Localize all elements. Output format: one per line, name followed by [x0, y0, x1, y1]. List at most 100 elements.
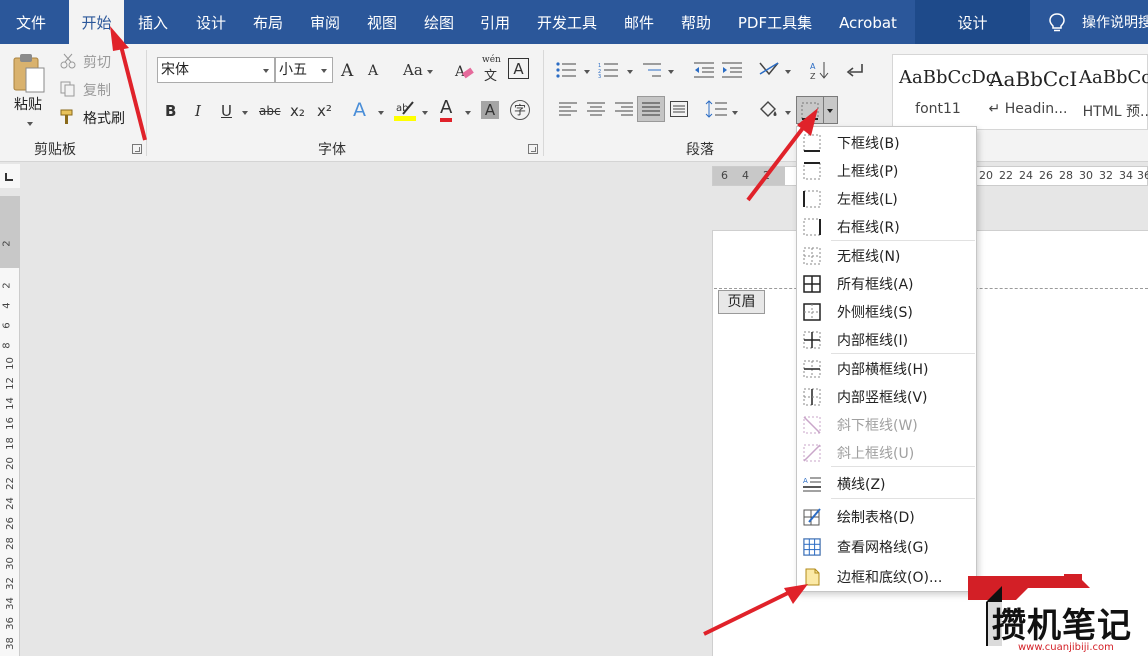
tab-acrobat[interactable]: Acrobat [830, 0, 906, 44]
multilevel-list-icon[interactable] [641, 62, 665, 78]
tab-selector[interactable] [0, 164, 20, 188]
cut-button[interactable]: 剪切 [83, 52, 111, 72]
tab-pdf-tools[interactable]: PDF工具集 [730, 0, 820, 44]
chevron-down-icon[interactable] [627, 70, 633, 74]
justify-button[interactable] [637, 96, 665, 122]
sort-icon[interactable]: AZ [810, 60, 830, 80]
ruler-number: 32 [4, 577, 16, 590]
menu-item-view-gridlines[interactable]: 查看网格线(G) [797, 532, 976, 560]
menu-item-label: 下框线(B) [837, 136, 900, 152]
menu-item-horizontal-line[interactable]: A 横线(Z) [797, 469, 976, 497]
shading-bucket-icon[interactable] [757, 99, 779, 121]
character-border-button[interactable]: A [508, 58, 529, 79]
enclose-characters-button[interactable]: 字 [510, 100, 530, 120]
borders-dropdown-icon[interactable] [827, 109, 833, 113]
tab-draw[interactable]: 绘图 [414, 0, 464, 44]
bullets-icon[interactable] [556, 62, 580, 78]
chevron-down-icon[interactable] [465, 111, 471, 115]
menu-item-inside-vertical-border[interactable]: 内部竖框线(V) [797, 382, 976, 410]
menu-item-outside-borders[interactable]: 外侧框线(S) [797, 297, 976, 325]
chevron-down-icon[interactable] [584, 70, 590, 74]
style-item[interactable]: AaBbCcD HTML 预... [1073, 55, 1148, 131]
menu-item-inside-horizontal-border[interactable]: 内部横框线(H) [797, 354, 976, 382]
tab-view[interactable]: 视图 [357, 0, 407, 44]
tab-layout[interactable]: 布局 [243, 0, 293, 44]
tab-home[interactable]: 开始 [69, 0, 124, 44]
align-left-icon[interactable] [559, 102, 577, 116]
chevron-down-icon[interactable] [422, 111, 428, 115]
paste-label[interactable]: 粘贴 [14, 94, 42, 114]
menu-separator [831, 466, 975, 467]
menu-item-label: 查看网格线(G) [837, 540, 929, 556]
tab-review[interactable]: 审阅 [300, 0, 350, 44]
align-right-icon[interactable] [615, 102, 633, 116]
borders-button[interactable] [796, 96, 838, 124]
horizontal-line-icon: A [803, 477, 821, 492]
menu-item-all-borders[interactable]: 所有框线(A) [797, 269, 976, 297]
menu-item-right-border[interactable]: 右框线(R) [797, 212, 976, 240]
tab-references[interactable]: 引用 [470, 0, 520, 44]
underline-button[interactable]: U [221, 102, 232, 120]
font-size-select[interactable]: 小五 [275, 57, 333, 83]
bold-button[interactable]: B [165, 102, 176, 120]
tab-table-design[interactable]: 设计 [915, 0, 1030, 44]
copy-button[interactable]: 复制 [83, 80, 111, 100]
borders-and-shading-icon [805, 568, 820, 586]
change-case-button[interactable]: Aa [403, 61, 423, 79]
chevron-down-icon[interactable] [668, 70, 674, 74]
style-item[interactable]: AaBbCcI ↵ Headin... [983, 55, 1078, 131]
menu-item-bottom-border[interactable]: 下框线(B) [797, 128, 976, 156]
menu-item-no-border[interactable]: 无框线(N) [797, 241, 976, 269]
paste-dropdown-icon[interactable] [27, 122, 33, 126]
menu-item-draw-table[interactable]: 绘制表格(D) [797, 502, 976, 530]
chevron-down-icon[interactable] [732, 111, 738, 115]
tab-developer[interactable]: 开发工具 [530, 0, 604, 44]
tab-design[interactable]: 设计 [186, 0, 236, 44]
chinese-layout-icon[interactable] [758, 60, 780, 78]
chevron-down-icon[interactable] [242, 111, 248, 115]
text-effects-button[interactable]: A [353, 99, 366, 121]
chevron-down-icon[interactable] [785, 70, 791, 74]
menu-item-diagonal-up-border[interactable]: 斜上框线(U) [797, 438, 976, 466]
numbering-icon[interactable]: 123 [598, 62, 622, 78]
decrease-indent-icon[interactable] [694, 62, 714, 78]
format-painter-button[interactable]: 格式刷 [83, 108, 125, 128]
tab-file[interactable]: 文件 [0, 0, 62, 44]
grow-font-button[interactable]: A [341, 61, 353, 81]
distributed-icon[interactable] [670, 101, 688, 117]
chevron-down-icon[interactable] [785, 111, 791, 115]
menu-item-diagonal-down-border[interactable]: 斜下框线(W) [797, 410, 976, 438]
highlighter-icon[interactable]: ab [394, 98, 416, 122]
vertical-ruler[interactable]: 2 2 4 6 8 10 12 14 16 18 20 22 24 26 28 … [0, 196, 20, 656]
chevron-down-icon[interactable] [378, 111, 384, 115]
strikethrough-button[interactable]: abc [259, 104, 281, 118]
font-family-select[interactable]: 宋体 [157, 57, 275, 83]
menu-item-borders-and-shading[interactable]: 边框和底纹(O)... [797, 562, 976, 590]
chevron-down-icon[interactable] [427, 70, 433, 74]
shrink-font-button[interactable]: A [368, 63, 378, 79]
menu-item-left-border[interactable]: 左框线(L) [797, 184, 976, 212]
show-formatting-marks-icon[interactable] [846, 62, 864, 78]
superscript-button[interactable]: x² [317, 102, 332, 120]
style-item[interactable]: AaBbCcDc font11 [893, 55, 996, 131]
align-center-icon[interactable] [587, 102, 605, 116]
tab-mailings[interactable]: 邮件 [614, 0, 664, 44]
paste-button[interactable] [12, 52, 48, 98]
menu-item-top-border[interactable]: 上框线(P) [797, 156, 976, 184]
tab-insert[interactable]: 插入 [128, 0, 178, 44]
watermark-logo: 攒机笔记 www.cuanjibiji.com [968, 572, 1148, 656]
italic-button[interactable]: I [195, 102, 201, 120]
clear-formatting-icon[interactable]: A [454, 61, 474, 81]
increase-indent-icon[interactable] [722, 62, 742, 78]
ruler-number: 8 [1, 342, 13, 349]
font-color-button[interactable]: A [440, 99, 453, 122]
character-shading-button[interactable]: A [481, 101, 499, 119]
menu-item-inside-borders[interactable]: 内部框线(I) [797, 325, 976, 353]
subscript-button[interactable]: x₂ [290, 102, 305, 120]
ruler-number: 38 [4, 637, 16, 650]
font-dialog-launcher[interactable] [528, 144, 538, 154]
line-spacing-icon[interactable] [705, 100, 727, 118]
clipboard-dialog-launcher[interactable] [132, 144, 142, 154]
ruler-number: 24 [1019, 169, 1033, 182]
tab-help[interactable]: 帮助 [671, 0, 721, 44]
